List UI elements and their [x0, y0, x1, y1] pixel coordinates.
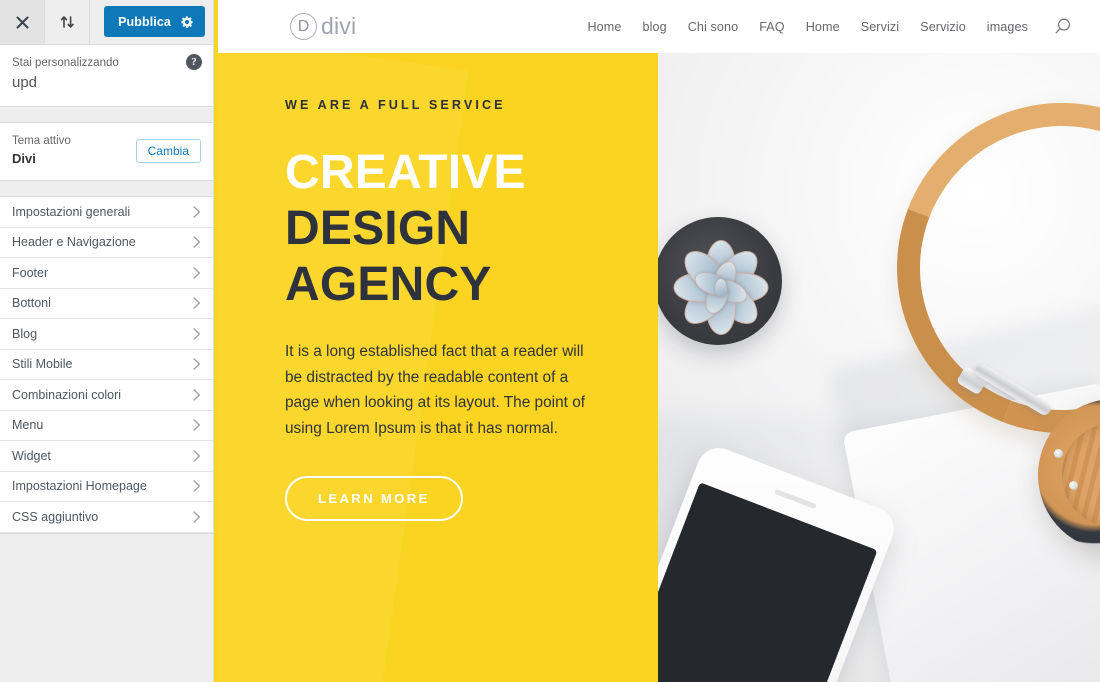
- sidebar-item-label: CSS aggiuntivo: [12, 509, 99, 524]
- publish-label: Pubblica: [118, 14, 171, 29]
- customizing-subtitle: Stai personalizzando: [12, 57, 119, 69]
- site-logo[interactable]: D divi: [290, 13, 356, 40]
- hero-headline-line-2: DESIGN: [285, 202, 471, 255]
- nav-item-servizi[interactable]: Servizi: [861, 20, 900, 34]
- sidebar-item-impostazioni-homepage[interactable]: Impostazioni Homepage: [0, 471, 213, 502]
- sidebar-item-bottoni[interactable]: Bottoni: [0, 288, 213, 319]
- sidebar-item-label: Bottoni: [12, 296, 51, 310]
- nav-item-servizio[interactable]: Servizio: [920, 20, 966, 34]
- active-theme-name: Divi: [12, 151, 36, 166]
- sidebar-item-label: Impostazioni generali: [12, 204, 131, 219]
- chevron-right-icon: [193, 358, 201, 370]
- active-theme-info: Tema attivo Divi: [12, 134, 71, 168]
- hero-headline: CREATIVE DESIGN AGENCY: [285, 145, 618, 313]
- sidebar-item-footer[interactable]: Footer: [0, 258, 213, 289]
- chevron-right-icon: [193, 328, 201, 340]
- customizing-panel-header: Stai personalizzando upd ?: [0, 45, 213, 107]
- hero-section: WE ARE A FULL SERVICE CREATIVE DESIGN AG…: [214, 53, 1100, 682]
- hero-headline-line-1: CREATIVE: [285, 146, 526, 199]
- photo-overlay: [658, 53, 1100, 682]
- sidebar-item-label: Widget: [12, 448, 51, 463]
- chevron-right-icon: [193, 236, 201, 248]
- sidebar-item-combinazioni-colori[interactable]: Combinazioni colori: [0, 380, 213, 411]
- sidebar-item-header-e-navigazione[interactable]: Header e Navigazione: [0, 227, 213, 258]
- sidebar-item-impostazioni-generali[interactable]: Impostazioni generali: [0, 197, 213, 228]
- publish-button[interactable]: Pubblica: [104, 6, 205, 37]
- hero-image-column: [658, 53, 1100, 682]
- sidebar-empty-area: [0, 532, 213, 682]
- hero-text-column: WE ARE A FULL SERVICE CREATIVE DESIGN AG…: [214, 53, 658, 682]
- active-theme-label: Tema attivo: [12, 135, 71, 147]
- site-navigation: Home blog Chi sono FAQ Home Servizi Serv…: [587, 17, 1072, 36]
- chevron-right-icon: [193, 267, 201, 279]
- chevron-right-icon: [193, 450, 201, 462]
- gear-icon[interactable]: [180, 15, 194, 29]
- divi-logo-icon: D: [290, 13, 317, 40]
- sidebar-item-label: Blog: [12, 326, 38, 341]
- sidebar-item-css-aggiuntivo[interactable]: CSS aggiuntivo: [0, 502, 213, 533]
- chevron-right-icon: [193, 206, 201, 218]
- sidebar-item-label: Footer: [12, 265, 49, 280]
- nav-item-images[interactable]: images: [987, 20, 1028, 34]
- sidebar-item-label: Menu: [12, 418, 44, 432]
- nav-item-home[interactable]: Home: [587, 20, 621, 34]
- active-theme-box: Tema attivo Divi Cambia: [0, 122, 213, 181]
- learn-more-button[interactable]: LEARN MORE: [285, 476, 463, 521]
- sidebar-divider-mid: [0, 181, 213, 196]
- preview-accent-rail: [214, 0, 218, 682]
- hero-photo: [658, 53, 1100, 682]
- sidebar-item-blog[interactable]: Blog: [0, 319, 213, 350]
- nav-item-blog[interactable]: blog: [642, 20, 666, 34]
- site-header: D divi Home blog Chi sono FAQ Home Servi…: [214, 0, 1100, 53]
- customizer-sidebar: Pubblica Stai personalizzando upd ? Tema…: [0, 0, 214, 682]
- customizer-toolbar: Pubblica: [0, 0, 213, 45]
- customizer-section-list: Impostazioni generali Header e Navigazio…: [0, 196, 213, 533]
- sidebar-item-widget[interactable]: Widget: [0, 441, 213, 472]
- expand-collapse-icon[interactable]: [45, 0, 90, 44]
- chevron-right-icon: [193, 480, 201, 492]
- sidebar-item-label: Stili Mobile: [12, 357, 73, 371]
- hero-headline-line-3: AGENCY: [285, 258, 492, 311]
- search-icon[interactable]: [1053, 17, 1072, 36]
- sidebar-item-label: Header e Navigazione: [12, 235, 136, 249]
- chevron-right-icon: [193, 389, 201, 401]
- sidebar-item-menu[interactable]: Menu: [0, 410, 213, 441]
- change-theme-button[interactable]: Cambia: [135, 139, 201, 163]
- help-circle-icon[interactable]: ?: [186, 54, 202, 70]
- sidebar-divider-top: [0, 107, 213, 122]
- sidebar-item-stili-mobile[interactable]: Stili Mobile: [0, 349, 213, 380]
- chevron-right-icon: [193, 511, 201, 523]
- nav-item-chi-sono[interactable]: Chi sono: [688, 20, 739, 34]
- close-icon[interactable]: [0, 0, 45, 44]
- hero-paragraph: It is a long established fact that a rea…: [285, 343, 586, 437]
- hero-eyebrow: WE ARE A FULL SERVICE: [285, 98, 506, 112]
- customizing-site-title: upd: [12, 74, 38, 91]
- site-preview: D divi Home blog Chi sono FAQ Home Servi…: [214, 0, 1100, 682]
- chevron-right-icon: [193, 419, 201, 431]
- nav-item-home-2[interactable]: Home: [806, 20, 840, 34]
- hero-content: WE ARE A FULL SERVICE CREATIVE DESIGN AG…: [214, 53, 658, 521]
- sidebar-item-label: Impostazioni Homepage: [12, 479, 147, 493]
- nav-item-faq[interactable]: FAQ: [759, 20, 785, 34]
- site-logo-text: divi: [321, 13, 357, 39]
- sidebar-item-label: Combinazioni colori: [12, 387, 122, 402]
- customizer-screen: Pubblica Stai personalizzando upd ? Tema…: [0, 0, 1100, 682]
- chevron-right-icon: [193, 297, 201, 309]
